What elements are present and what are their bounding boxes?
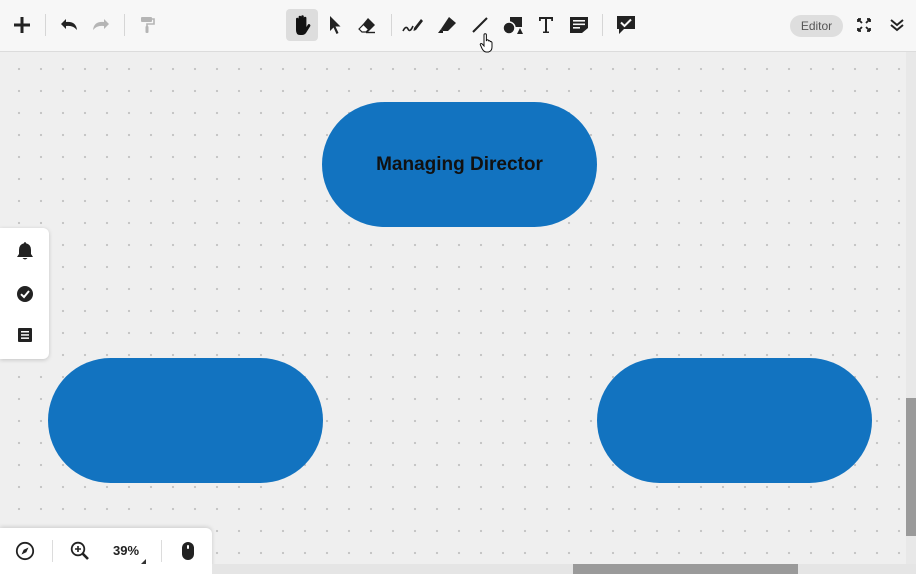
format-painter-icon: [141, 17, 155, 33]
zoom-level[interactable]: 39%: [113, 543, 139, 558]
add-button[interactable]: [6, 9, 38, 41]
mouse-icon: [182, 542, 194, 560]
horizontal-scrollbar-thumb[interactable]: [573, 564, 798, 574]
hand-tool-button[interactable]: [286, 9, 318, 41]
pen-tool-button[interactable]: [397, 9, 429, 41]
zoom-in-button[interactable]: [68, 539, 92, 563]
comment-check-icon: [617, 16, 635, 34]
undo-icon: [61, 19, 77, 30]
toolbar-divider: [602, 14, 603, 36]
pointer-icon: [330, 16, 341, 34]
plus-icon: [14, 17, 30, 33]
collapse-chevrons-icon: [890, 19, 904, 32]
compass-icon: [15, 541, 35, 561]
undo-button[interactable]: [53, 9, 85, 41]
tasks-button[interactable]: [13, 282, 37, 306]
notifications-button[interactable]: [13, 239, 37, 263]
redo-button[interactable]: [85, 9, 117, 41]
list-icon: [18, 328, 32, 342]
sticky-note-icon: [570, 17, 588, 33]
mouse-mode-button[interactable]: [176, 539, 200, 563]
line-icon: [472, 17, 488, 33]
vertical-scrollbar-thumb[interactable]: [906, 398, 916, 536]
whiteboard-canvas[interactable]: Managing Director: [0, 52, 906, 564]
panel-divider: [52, 540, 53, 562]
check-circle-icon: [17, 286, 33, 302]
pen-icon: [402, 19, 423, 32]
panel-divider: [161, 540, 162, 562]
org-node-right[interactable]: [597, 358, 872, 483]
org-node-left[interactable]: [48, 358, 323, 483]
horizontal-scrollbar-track[interactable]: [212, 564, 916, 574]
collapse-toolbar-button[interactable]: [881, 9, 913, 41]
sticky-note-tool-button[interactable]: [563, 9, 595, 41]
highlighter-tool-button[interactable]: [431, 9, 463, 41]
bell-icon: [17, 242, 33, 260]
format-painter-button[interactable]: [131, 9, 163, 41]
toolbar-divider: [45, 14, 46, 36]
redo-icon: [93, 19, 109, 30]
shapes-icon: [502, 17, 523, 35]
zoom-in-icon: [70, 541, 89, 560]
text-icon: [539, 17, 553, 33]
fullscreen-button[interactable]: [848, 9, 880, 41]
text-tool-button[interactable]: [530, 9, 562, 41]
fullscreen-icon: [857, 18, 871, 32]
toolbar-divider: [124, 14, 125, 36]
hand-pointer-cursor-icon: [479, 33, 493, 53]
eraser-tool-button[interactable]: [351, 9, 383, 41]
eraser-icon: [358, 18, 375, 34]
node-label: Managing Director: [376, 153, 543, 175]
left-side-panel: [0, 228, 49, 359]
shapes-tool-button[interactable]: [497, 9, 529, 41]
zoom-dropdown-caret[interactable]: [141, 559, 146, 564]
toolbar-divider: [391, 14, 392, 36]
bottom-navigation-panel: 39%: [0, 528, 212, 574]
notes-list-button[interactable]: [13, 323, 37, 347]
navigator-button[interactable]: [13, 539, 37, 563]
select-tool-button[interactable]: [319, 9, 351, 41]
comment-tool-button[interactable]: [610, 9, 642, 41]
hand-icon: [296, 15, 311, 36]
highlighter-icon: [438, 17, 456, 33]
main-toolbar: Editor: [0, 0, 916, 52]
editor-badge[interactable]: Editor: [790, 15, 843, 37]
org-node-managing-director[interactable]: Managing Director: [322, 102, 597, 227]
